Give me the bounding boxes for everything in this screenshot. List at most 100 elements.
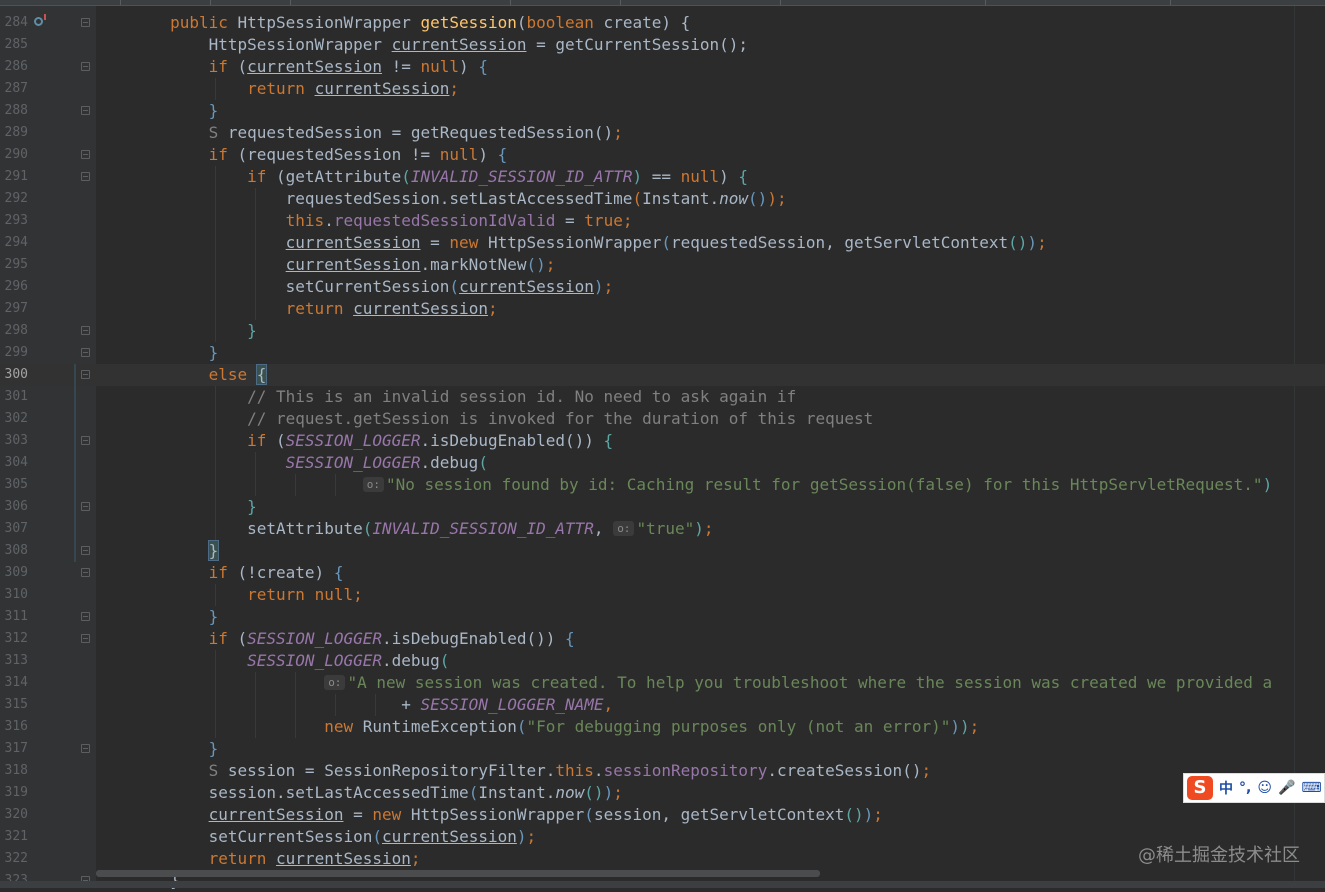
code-text[interactable]: } (93, 606, 219, 628)
line-number[interactable]: 322 (0, 848, 28, 870)
code-text[interactable]: else { (93, 364, 268, 386)
code-line[interactable]: 311 } (0, 606, 1325, 628)
code-text[interactable]: S requestedSession = getRequestedSession… (93, 122, 623, 144)
line-number[interactable]: 301 (0, 386, 28, 408)
code-line[interactable]: 317 } (0, 738, 1325, 760)
ime-emoji-icon[interactable]: ☺ (1257, 780, 1272, 796)
horizontal-scrollbar[interactable] (96, 870, 820, 877)
ime-toolbar[interactable]: S 中 °, ☺ 🎤 ⌨ (1183, 773, 1325, 803)
code-text[interactable]: if (getAttribute(INVALID_SESSION_ID_ATTR… (93, 166, 748, 188)
code-line[interactable]: 302 // request.getSession is invoked for… (0, 408, 1325, 430)
ime-logo-icon[interactable]: S (1187, 776, 1213, 800)
line-number[interactable]: 293 (0, 210, 28, 232)
line-number[interactable]: 313 (0, 650, 28, 672)
code-line[interactable]: 303 if (SESSION_LOGGER.isDebugEnabled())… (0, 430, 1325, 452)
code-line[interactable]: 300 else { (0, 364, 1325, 386)
line-number[interactable]: 287 (0, 78, 28, 100)
code-line[interactable]: 294 currentSession = new HttpSessionWrap… (0, 232, 1325, 254)
line-number[interactable]: 296 (0, 276, 28, 298)
line-number[interactable]: 312 (0, 628, 28, 650)
fold-marker-icon[interactable] (81, 634, 90, 643)
fold-marker-icon[interactable] (81, 436, 90, 445)
code-text[interactable]: return currentSession; (93, 848, 421, 870)
code-line[interactable]: 314 o: "A new session was created. To hel… (0, 672, 1325, 694)
fold-marker-icon[interactable] (81, 326, 90, 335)
line-number[interactable]: 289 (0, 122, 28, 144)
ime-chinese-mode-toggle[interactable]: 中 (1219, 778, 1233, 798)
code-line[interactable]: 306 } (0, 496, 1325, 518)
code-text[interactable]: setAttribute(INVALID_SESSION_ID_ATTR, o:… (93, 518, 713, 540)
line-number[interactable]: 315 (0, 694, 28, 716)
line-number[interactable]: 318 (0, 760, 28, 782)
fold-marker-icon[interactable] (81, 546, 90, 555)
code-text[interactable]: if (SESSION_LOGGER.isDebugEnabled()) { (93, 430, 613, 452)
code-text[interactable]: } (93, 342, 219, 364)
code-text[interactable]: session.setLastAccessedTime(Instant.now(… (93, 782, 623, 804)
fold-marker-icon[interactable] (81, 106, 90, 115)
line-number[interactable]: 314 (0, 672, 28, 694)
line-number[interactable]: 286 (0, 56, 28, 78)
code-line[interactable]: 295 currentSession.markNotNew(); (0, 254, 1325, 276)
line-number[interactable]: 305 (0, 474, 28, 496)
fold-marker-icon[interactable] (81, 744, 90, 753)
code-text[interactable]: + SESSION_LOGGER_NAME, (93, 694, 613, 716)
code-line[interactable]: 313 SESSION_LOGGER.debug( (0, 650, 1325, 672)
code-line[interactable]: 286 if (currentSession != null) { (0, 56, 1325, 78)
line-number[interactable]: 317 (0, 738, 28, 760)
line-number[interactable]: 306 (0, 496, 28, 518)
code-text[interactable]: } (93, 496, 257, 518)
code-text[interactable]: currentSession = new HttpSessionWrapper(… (93, 804, 883, 826)
code-text[interactable]: return currentSession; (93, 298, 498, 320)
line-number[interactable]: 309 (0, 562, 28, 584)
line-number[interactable]: 320 (0, 804, 28, 826)
code-line[interactable]: 305 o: "No session found by id: Caching r… (0, 474, 1325, 496)
code-line[interactable]: 310 return null; (0, 584, 1325, 606)
line-number[interactable]: 299 (0, 342, 28, 364)
line-number[interactable]: 308 (0, 540, 28, 562)
code-text[interactable]: if (SESSION_LOGGER.isDebugEnabled()) { (93, 628, 575, 650)
line-number[interactable]: 310 (0, 584, 28, 606)
code-line[interactable]: 315 + SESSION_LOGGER_NAME, (0, 694, 1325, 716)
code-line[interactable]: 318 S session = SessionRepositoryFilter.… (0, 760, 1325, 782)
code-text[interactable]: new RuntimeException("For debugging purp… (93, 716, 979, 738)
line-number[interactable]: 294 (0, 232, 28, 254)
code-text[interactable]: } (93, 540, 220, 562)
fold-marker-icon[interactable] (81, 568, 90, 577)
code-text[interactable]: setCurrentSession(currentSession); (93, 276, 614, 298)
code-text[interactable]: } (93, 100, 219, 122)
line-number[interactable]: 316 (0, 716, 28, 738)
code-line[interactable]: 284 public HttpSessionWrapper getSession… (0, 12, 1325, 34)
code-line[interactable]: 308 } (0, 540, 1325, 562)
vcs-change-marker[interactable] (74, 496, 76, 518)
fold-marker-icon[interactable] (81, 18, 90, 27)
code-text[interactable]: } (93, 738, 219, 760)
code-text[interactable]: public HttpSessionWrapper getSession(boo… (93, 12, 690, 34)
ime-keyboard-icon[interactable]: ⌨ (1301, 780, 1321, 796)
line-number[interactable]: 311 (0, 606, 28, 628)
code-line[interactable]: 299 } (0, 342, 1325, 364)
code-text[interactable]: this.requestedSessionIdValid = true; (93, 210, 633, 232)
code-text[interactable]: o: "A new session was created. To help yo… (93, 672, 1272, 694)
line-number[interactable]: 285 (0, 34, 28, 56)
code-line[interactable]: 290 if (requestedSession != null) { (0, 144, 1325, 166)
code-text[interactable]: // request.getSession is invoked for the… (93, 408, 873, 430)
code-line[interactable]: 298 } (0, 320, 1325, 342)
vcs-change-marker[interactable] (74, 474, 76, 496)
vcs-change-marker[interactable] (74, 364, 76, 386)
fold-marker-icon[interactable] (81, 348, 90, 357)
vcs-change-marker[interactable] (74, 518, 76, 540)
line-number[interactable]: 300 (0, 364, 28, 386)
code-text[interactable]: if (currentSession != null) { (93, 56, 488, 78)
code-text[interactable]: o: "No session found by id: Caching resul… (93, 474, 1272, 496)
ime-punctuation-toggle[interactable]: °, (1239, 780, 1251, 796)
code-line[interactable]: 288 } (0, 100, 1325, 122)
code-line[interactable]: 312 if (SESSION_LOGGER.isDebugEnabled())… (0, 628, 1325, 650)
fold-marker-icon[interactable] (81, 370, 90, 379)
line-number[interactable]: 307 (0, 518, 28, 540)
fold-marker-icon[interactable] (81, 150, 90, 159)
line-number[interactable]: 319 (0, 782, 28, 804)
fold-marker-icon[interactable] (81, 62, 90, 71)
code-line[interactable]: 291 if (getAttribute(INVALID_SESSION_ID_… (0, 166, 1325, 188)
code-text[interactable]: HttpSessionWrapper currentSession = getC… (93, 34, 748, 56)
code-text[interactable]: currentSession.markNotNew(); (93, 254, 556, 276)
